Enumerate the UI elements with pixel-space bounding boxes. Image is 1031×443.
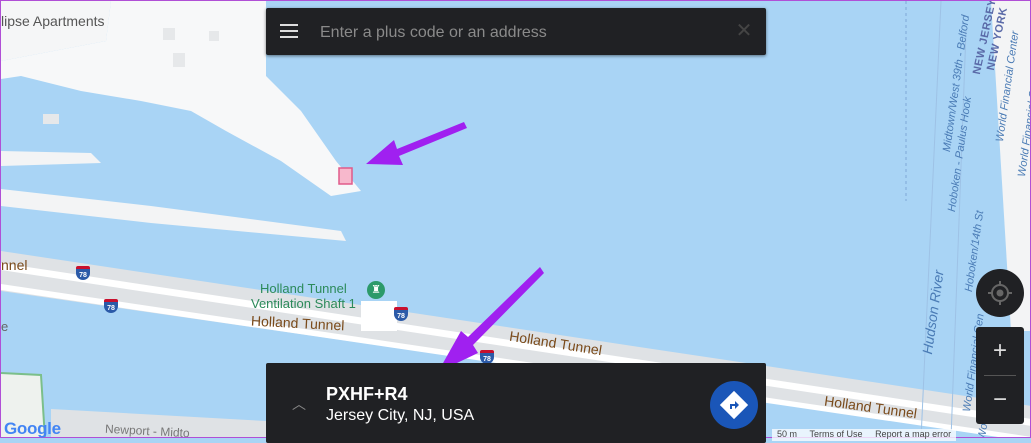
directions-button[interactable] xyxy=(710,381,758,429)
poi-label-line: Ventilation Shaft 1 xyxy=(251,296,356,311)
menu-icon[interactable] xyxy=(280,24,298,38)
poi-label-line: Holland Tunnel xyxy=(260,281,347,296)
google-logo[interactable]: Google xyxy=(4,419,61,439)
building xyxy=(209,31,219,41)
my-location-button[interactable] xyxy=(976,269,1024,317)
directions-icon xyxy=(719,390,749,420)
search-input[interactable] xyxy=(318,8,722,57)
search-bar: ✕ xyxy=(266,8,766,57)
chevron-up-icon[interactable]: ︿ xyxy=(292,394,306,414)
zoom-controls: + − xyxy=(976,327,1024,424)
interstate-shield: 78 xyxy=(76,266,90,280)
road-label: nnel xyxy=(1,257,28,273)
zoom-out-button[interactable]: − xyxy=(976,376,1024,424)
close-icon[interactable]: ✕ xyxy=(734,21,754,41)
apartments-label: lipse Apartments xyxy=(1,13,105,29)
building xyxy=(173,53,185,67)
zoom-in-button[interactable]: + xyxy=(976,327,1024,375)
edge-label: e xyxy=(1,319,9,334)
result-panel[interactable]: ︿ PXHF+R4 Jersey City, NJ, USA xyxy=(266,363,766,443)
map-footer: 50 m Terms of Use Report a map error xyxy=(772,429,957,441)
interstate-shield: 78 xyxy=(480,350,494,364)
plus-code-title: PXHF+R4 xyxy=(326,384,408,404)
interstate-shield: 78 xyxy=(394,307,408,321)
landmark-icon[interactable]: ♜ xyxy=(367,281,385,299)
building xyxy=(163,28,175,40)
ventilation-shaft-building xyxy=(361,301,397,331)
my-location-icon xyxy=(988,281,1012,305)
interstate-shield: 78 xyxy=(104,299,118,313)
poi-label: Holland Tunnel Ventilation Shaft 1 xyxy=(251,281,356,311)
plus-code-locality: Jersey City, NJ, USA xyxy=(326,407,475,424)
building xyxy=(43,114,59,124)
plus-code-area-marker xyxy=(338,167,353,185)
